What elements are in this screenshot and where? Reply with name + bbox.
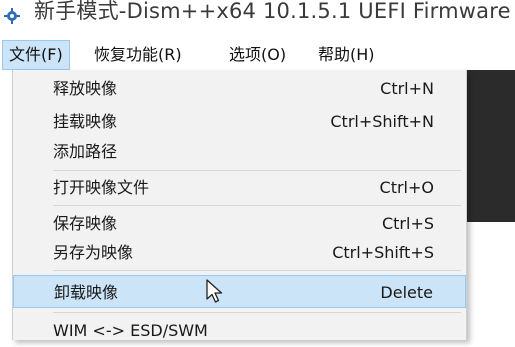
menu-item-wim-esd-swm[interactable]: WIM <-> ESD/SWM <box>13 314 466 347</box>
menu-separator <box>53 205 461 206</box>
menu-item-shortcut: Ctrl+Shift+S <box>332 243 434 262</box>
menu-item-shortcut: Ctrl+O <box>379 178 434 197</box>
window-title: 新手模式-Dism++x64 10.1.5.1 UEFI Firmware <box>34 0 511 23</box>
app-gear-icon <box>4 8 20 24</box>
menu-item-release-image[interactable]: 释放映像 Ctrl+N <box>13 72 466 105</box>
menu-help[interactable]: 帮助(H) <box>312 40 381 70</box>
menu-separator <box>53 270 461 271</box>
menu-item-shortcut: Ctrl+Shift+N <box>330 112 434 131</box>
title-bar: 新手模式-Dism++x64 10.1.5.1 UEFI Firmware <box>0 0 515 40</box>
menu-item-label: 卸载映像 <box>54 283 119 302</box>
menu-item-mount-image[interactable]: 挂载映像 Ctrl+Shift+N <box>13 105 466 138</box>
menu-file[interactable]: 文件(F) <box>2 40 70 70</box>
menu-item-unmount-image[interactable]: 卸载映像 Delete <box>13 275 466 308</box>
menu-item-shortcut: Ctrl+N <box>380 79 434 98</box>
menu-item-save-as-image[interactable]: 另存为映像 Ctrl+Shift+S <box>13 236 466 269</box>
menu-item-label: 打开映像文件 <box>53 178 150 197</box>
menu-item-label: 另存为映像 <box>53 243 134 262</box>
menu-item-label: 挂载映像 <box>53 112 118 131</box>
mouse-pointer-icon <box>206 279 223 303</box>
background-panel <box>465 70 515 222</box>
menu-item-add-path[interactable]: 添加路径 <box>13 135 466 168</box>
menu-item-label: 释放映像 <box>53 79 118 98</box>
menu-item-label: 添加路径 <box>53 142 118 161</box>
menu-item-open-image-file[interactable]: 打开映像文件 Ctrl+O <box>13 171 466 204</box>
file-dropdown-menu: 释放映像 Ctrl+N 挂载映像 Ctrl+Shift+N 添加路径 打开映像文… <box>12 70 467 340</box>
menu-separator <box>53 312 461 313</box>
menu-recovery[interactable]: 恢复功能(R) <box>88 40 188 70</box>
menu-item-shortcut: Delete <box>380 283 433 302</box>
menu-bar: 文件(F) 恢复功能(R) 选项(O) 帮助(H) <box>0 40 515 70</box>
background-area <box>465 222 515 328</box>
menu-item-label: WIM <-> ESD/SWM <box>53 321 208 340</box>
menu-options[interactable]: 选项(O) <box>223 40 292 70</box>
